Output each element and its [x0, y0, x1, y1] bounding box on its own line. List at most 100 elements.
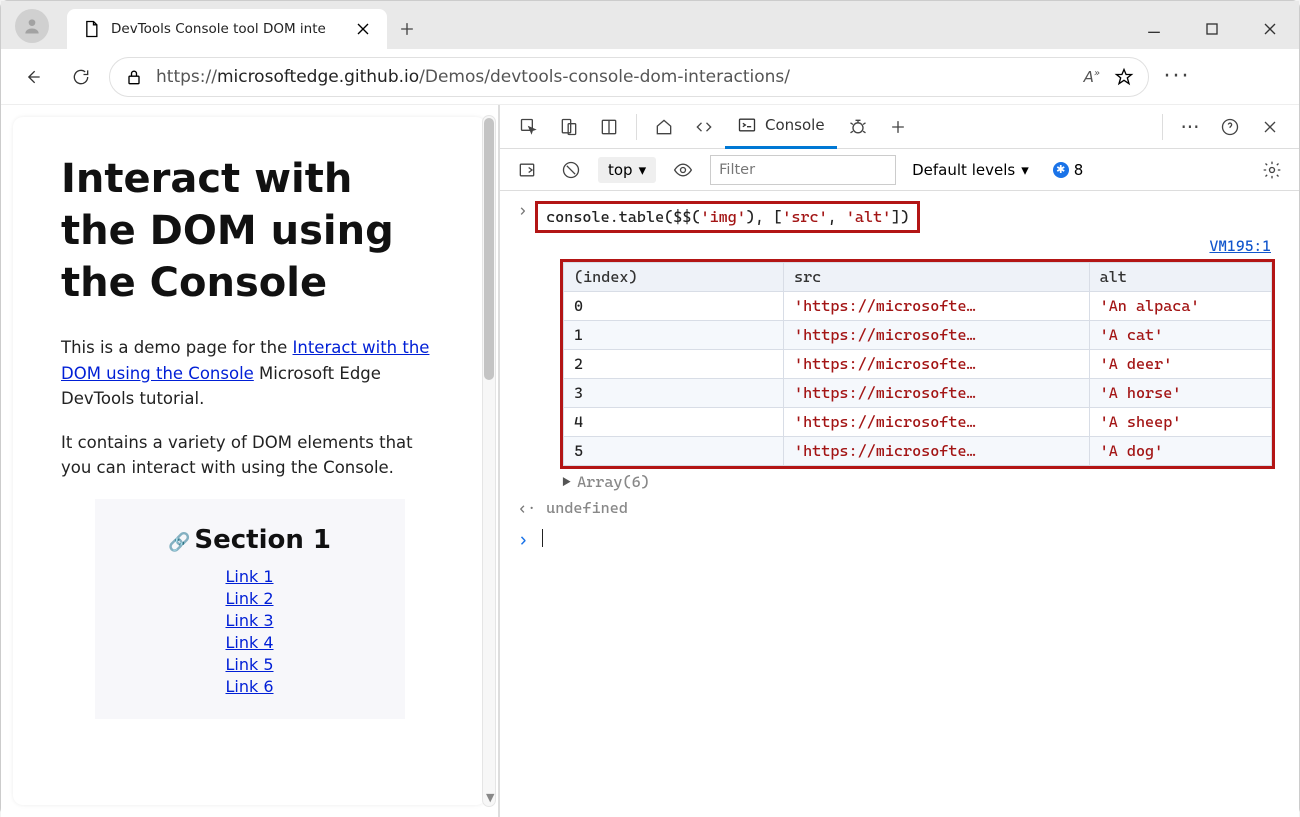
tab-title: DevTools Console tool DOM inte [111, 21, 343, 37]
prompt-in-icon: › [518, 201, 527, 233]
gear-icon [1262, 160, 1282, 180]
favorite-icon[interactable] [1114, 67, 1134, 87]
chevron-down-icon: ▾ [1021, 161, 1029, 179]
list-link[interactable]: Link 3 [225, 611, 273, 630]
page-para-1: This is a demo page for the Interact wit… [61, 335, 438, 412]
devtools-close-button[interactable] [1251, 109, 1289, 145]
devtools-tabbar: Console ··· [500, 105, 1299, 149]
prompt-out-icon: ‹· [518, 499, 536, 517]
plus-icon [888, 117, 908, 137]
refresh-button[interactable] [61, 57, 101, 97]
array-summary[interactable]: ▶Array(6) [562, 471, 1299, 493]
devtools-more-button[interactable]: ··· [1171, 109, 1209, 145]
bug-icon [848, 117, 868, 137]
page-scrollbar[interactable]: ▼ [482, 115, 496, 807]
tab-welcome[interactable] [645, 109, 683, 145]
table-row[interactable]: 3'https://microsofte…'A horse' [564, 379, 1272, 408]
scroll-down-icon[interactable]: ▼ [486, 791, 494, 804]
list-link[interactable]: Link 2 [225, 589, 273, 608]
issues-dot-icon: ✱ [1053, 162, 1069, 178]
console-settings-button[interactable] [1255, 154, 1289, 186]
section-title: Section 1 [194, 525, 331, 555]
tab-add[interactable] [879, 109, 917, 145]
browser-tab[interactable]: DevTools Console tool DOM inte [67, 9, 387, 49]
refresh-icon [71, 67, 91, 87]
page-heading: Interact with the DOM using the Console [61, 153, 438, 309]
text-cursor [542, 529, 544, 547]
arrow-left-icon [23, 67, 43, 87]
browser-titlebar: DevTools Console tool DOM inte [1, 1, 1299, 49]
list-link[interactable]: Link 6 [225, 677, 273, 696]
console-body[interactable]: › console.table($$('img'), ['src', 'alt'… [500, 191, 1299, 561]
table-row[interactable]: 4'https://microsofte…'A sheep' [564, 408, 1272, 437]
tab-elements[interactable] [685, 109, 723, 145]
tab-issues[interactable] [839, 109, 877, 145]
close-icon [1260, 19, 1280, 39]
chevron-down-icon: ▾ [639, 161, 647, 179]
return-value-row: ‹·undefined [500, 493, 1299, 523]
person-icon [22, 16, 42, 36]
inspect-button[interactable] [510, 109, 548, 145]
help-icon [1220, 117, 1240, 137]
code-icon [694, 117, 714, 137]
prompt-in-icon: › [518, 529, 528, 549]
address-bar: https://microsoftedge.github.io/Demos/de… [1, 49, 1299, 105]
devtools-help-button[interactable] [1211, 109, 1249, 145]
section-card: 🔗Section 1 Link 1 Link 2 Link 3 Link 4 L… [95, 499, 405, 719]
url-text: https://microsoftedge.github.io/Demos/de… [156, 67, 790, 87]
plus-icon [397, 19, 417, 39]
new-tab-button[interactable] [387, 9, 427, 49]
list-link[interactable]: Link 1 [225, 567, 273, 586]
console-table: (index) src alt 0'https://microsofte…'An… [563, 262, 1272, 466]
dock-icon [599, 117, 619, 137]
devtools-panel: Console ··· top▾ Filter Default levels▾ … [499, 105, 1299, 817]
scroll-thumb[interactable] [484, 118, 494, 380]
inspect-icon [519, 117, 539, 137]
device-icon [559, 117, 579, 137]
toggle-sidebar-button[interactable] [510, 154, 544, 186]
table-header[interactable]: alt [1089, 263, 1271, 292]
list-link[interactable]: Link 5 [225, 655, 273, 674]
window-maximize-button[interactable] [1183, 9, 1241, 49]
console-command-highlight: console.table($$('img'), ['src', 'alt']) [535, 201, 920, 233]
profile-avatar[interactable] [15, 9, 49, 43]
vm-source-link[interactable]: VM195:1 [500, 237, 1299, 255]
console-input[interactable]: › [500, 523, 1299, 555]
back-button[interactable] [13, 57, 53, 97]
table-row[interactable]: 1'https://microsofte…'A cat' [564, 321, 1272, 350]
expand-triangle-icon[interactable]: ▶ [562, 473, 571, 491]
table-header[interactable]: src [784, 263, 1090, 292]
close-tab-icon[interactable] [353, 19, 373, 39]
eye-icon [673, 160, 693, 180]
context-selector[interactable]: top▾ [598, 157, 656, 183]
close-icon [1260, 117, 1280, 137]
tab-console[interactable]: Console [725, 105, 837, 149]
more-menu-button[interactable]: ··· [1157, 57, 1197, 97]
table-row[interactable]: 5'https://microsofte…'A dog' [564, 437, 1272, 466]
log-levels-dropdown[interactable]: Default levels▾ [912, 161, 1029, 179]
device-toggle-button[interactable] [550, 109, 588, 145]
window-close-button[interactable] [1241, 9, 1299, 49]
clear-console-button[interactable] [554, 154, 588, 186]
minimize-icon [1144, 19, 1164, 39]
console-filter-input[interactable]: Filter [710, 155, 896, 185]
table-row[interactable]: 2'https://microsofte…'A deer' [564, 350, 1272, 379]
lock-icon [124, 67, 144, 87]
console-toolbar: top▾ Filter Default levels▾ ✱8 [500, 149, 1299, 191]
home-icon [654, 117, 674, 137]
console-table-highlight: (index) src alt 0'https://microsofte…'An… [560, 259, 1275, 469]
table-header[interactable]: (index) [564, 263, 784, 292]
dock-button[interactable] [590, 109, 628, 145]
live-expression-button[interactable] [666, 154, 700, 186]
window-minimize-button[interactable] [1125, 9, 1183, 49]
anchor-icon: 🔗 [168, 532, 190, 553]
page-para-2: It contains a variety of DOM elements th… [61, 430, 438, 481]
table-row[interactable]: 0'https://microsofte…'An alpaca' [564, 292, 1272, 321]
read-aloud-icon[interactable]: A» [1084, 68, 1100, 86]
page-icon [81, 19, 101, 39]
rendered-page: Interact with the DOM using the Console … [1, 105, 499, 817]
console-icon [737, 115, 757, 135]
list-link[interactable]: Link 4 [225, 633, 273, 652]
url-box[interactable]: https://microsoftedge.github.io/Demos/de… [109, 57, 1149, 97]
issues-indicator[interactable]: ✱8 [1053, 161, 1084, 179]
